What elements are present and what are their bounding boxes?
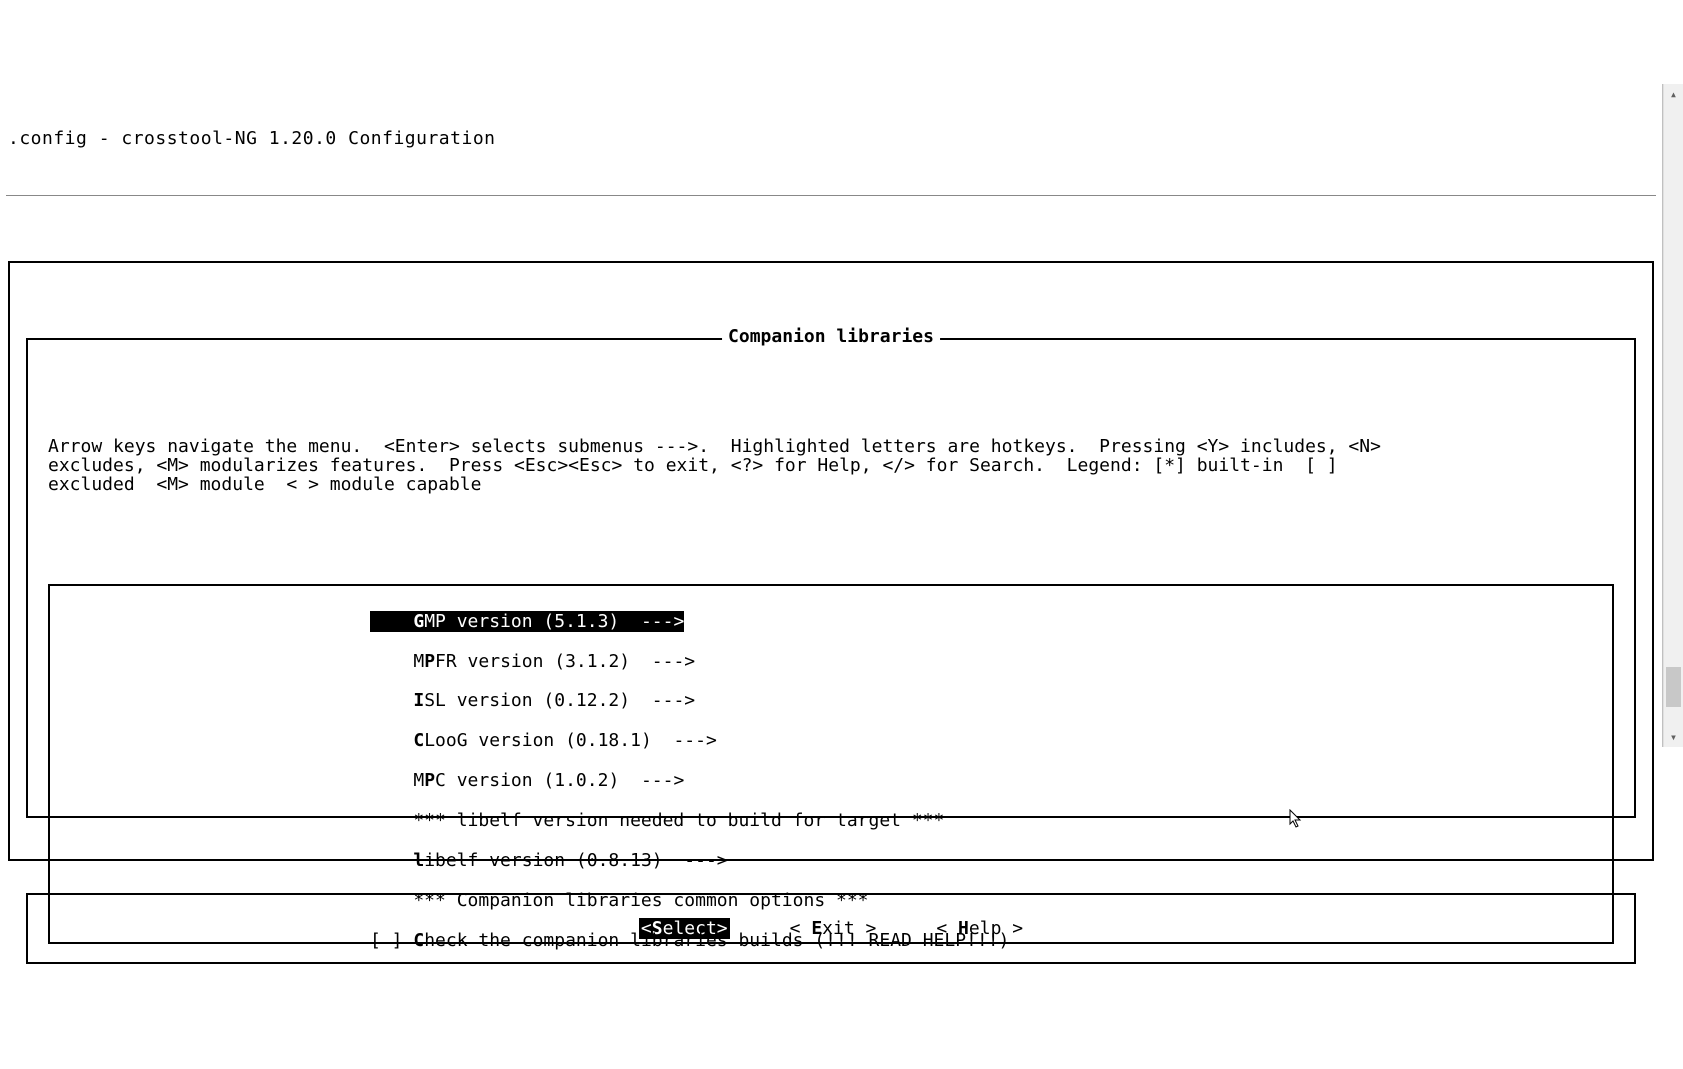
menu-item-check-builds[interactable]: [ ] Check the companion libraries builds… bbox=[50, 932, 1612, 951]
help-line-2: excludes, <M> modularizes features. Pres… bbox=[48, 455, 1338, 476]
vertical-scrollbar[interactable]: ▴ ▾ bbox=[1663, 84, 1683, 747]
scroll-up-icon[interactable]: ▴ bbox=[1664, 86, 1683, 102]
menu-list: GMP version (5.1.3) ---> MPFR version (3… bbox=[48, 584, 1614, 944]
mouse-cursor-icon bbox=[1202, 788, 1216, 808]
menu-item-libelf[interactable]: libelf version (0.8.13) ---> bbox=[50, 852, 1612, 871]
help-text: Arrow keys navigate the menu. <Enter> se… bbox=[48, 438, 1614, 495]
menu-item-isl[interactable]: ISL version (0.12.2) ---> bbox=[50, 692, 1612, 711]
menu-item-gmp[interactable]: GMP version (5.1.3) ---> bbox=[50, 613, 1612, 632]
menu-box: Companion libraries Arrow keys navigate … bbox=[26, 338, 1636, 818]
menu-item-cloog[interactable]: CLooG version (0.18.1) ---> bbox=[50, 732, 1612, 751]
help-line-3: excluded <M> module < > module capable bbox=[48, 474, 481, 495]
menu-item-mpc[interactable]: MPC version (1.0.2) ---> bbox=[50, 772, 1612, 791]
terminal-area: .config - crosstool-NG 1.20.0 Configurat… bbox=[0, 84, 1663, 747]
scroll-thumb[interactable] bbox=[1666, 667, 1681, 707]
help-line-1: Arrow keys navigate the menu. <Enter> se… bbox=[48, 436, 1381, 457]
section-title: Companion libraries bbox=[722, 326, 940, 347]
window-title: .config - crosstool-NG 1.20.0 Configurat… bbox=[0, 126, 1662, 153]
menu-note-libelf-target: *** libelf version needed to build for t… bbox=[50, 812, 1612, 831]
terminal-frame: Companion libraries Arrow keys navigate … bbox=[8, 261, 1654, 861]
title-rule bbox=[6, 195, 1656, 196]
scroll-down-icon[interactable]: ▾ bbox=[1664, 729, 1683, 745]
menu-note-common-options: *** Companion libraries common options *… bbox=[50, 892, 1612, 911]
menu-item-mpfr[interactable]: MPFR version (3.1.2) ---> bbox=[50, 653, 1612, 672]
app-window: .config - crosstool-NG 1.20.0 Configurat… bbox=[0, 84, 1683, 747]
